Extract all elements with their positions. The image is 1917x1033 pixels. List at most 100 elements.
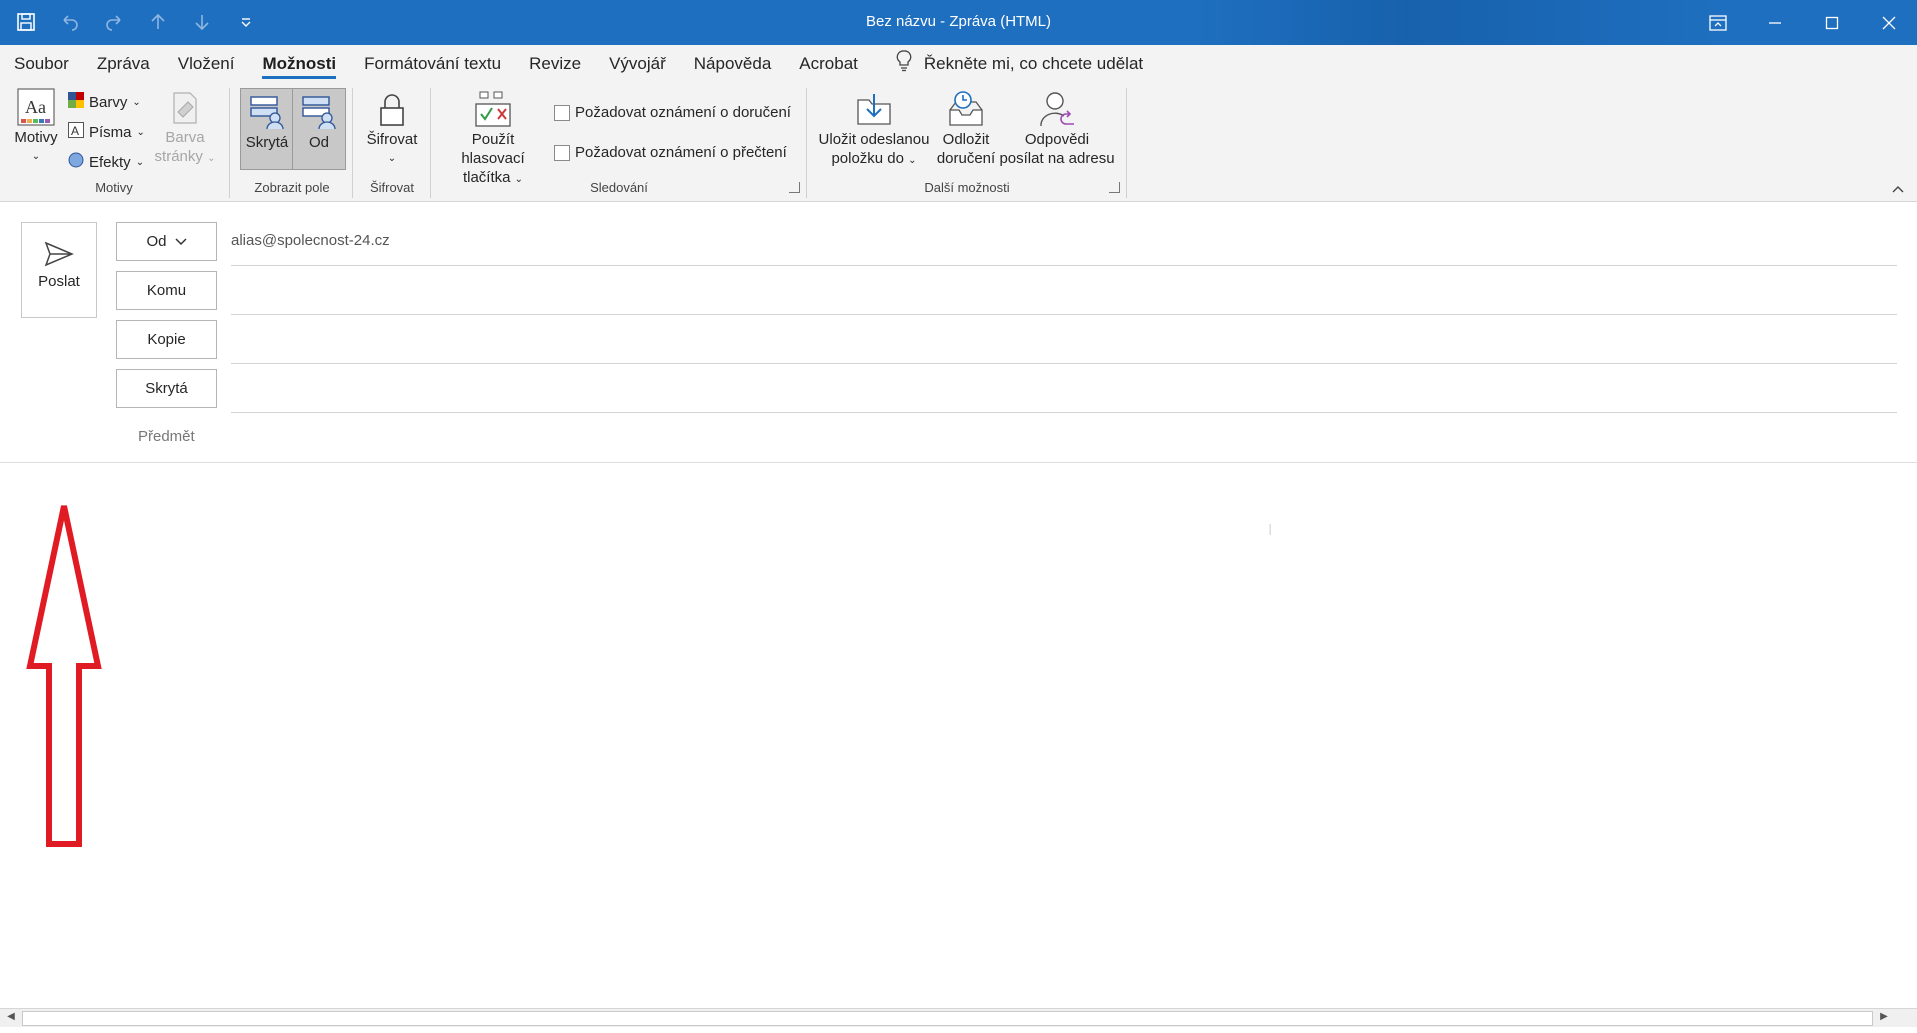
bcc-field-icon bbox=[249, 94, 285, 130]
ribbon-separator bbox=[430, 88, 431, 198]
window-title: Bez názvu - Zpráva (HTML) bbox=[865, 13, 1052, 30]
message-body[interactable] bbox=[0, 464, 1917, 1010]
chevron-down-icon: ⌄ bbox=[132, 96, 141, 108]
to-input[interactable] bbox=[231, 272, 1897, 312]
group-label-motivy: Motivy bbox=[95, 180, 133, 195]
hlasovaci-tlacitka-button[interactable]: Použít hlasovací tlačítka ⌄ bbox=[438, 90, 548, 189]
effects-icon bbox=[68, 152, 84, 172]
chevron-down-icon: ⌄ bbox=[908, 155, 917, 166]
pisma-button[interactable]: A Písma ⌄ bbox=[68, 122, 145, 142]
ribbon: Aa Motivy ⌄ Barvy ⌄ A Písma ⌄ Efekty ⌄ B… bbox=[0, 82, 1917, 202]
cc-button[interactable]: Kopie bbox=[116, 320, 217, 359]
ribbon-display-options-icon[interactable] bbox=[1689, 0, 1746, 45]
tab-acrobat[interactable]: Acrobat bbox=[799, 45, 858, 82]
tab-formatovani-textu[interactable]: Formátování textu bbox=[364, 45, 501, 82]
delay-delivery-icon bbox=[947, 90, 985, 128]
to-label: Komu bbox=[146, 282, 187, 299]
checkbox-icon bbox=[554, 144, 570, 161]
odpovedi-posilat-button[interactable]: Odpovědi posílat na adresu bbox=[998, 90, 1116, 168]
scroll-track[interactable] bbox=[22, 1011, 1873, 1026]
precteni-label: Požadovat oznámení o přečtení bbox=[575, 144, 787, 161]
barva-label-line1: Barva bbox=[165, 129, 205, 146]
dorucenka-label: Požadovat oznámení o doručení bbox=[575, 104, 791, 121]
maximize-icon[interactable] bbox=[1803, 0, 1860, 45]
field-divider bbox=[231, 314, 1897, 315]
bcc-input[interactable] bbox=[231, 370, 1897, 410]
bcc-button[interactable]: Skrytá bbox=[116, 369, 217, 408]
cc-input[interactable] bbox=[231, 321, 1897, 361]
od-label: Od bbox=[308, 134, 329, 151]
barvy-button[interactable]: Barvy ⌄ bbox=[68, 92, 141, 112]
collapse-ribbon-icon[interactable] bbox=[1891, 182, 1905, 197]
dorucenka-checkbox[interactable]: Požadovat oznámení o doručení bbox=[554, 104, 791, 121]
to-button[interactable]: Komu bbox=[116, 271, 217, 310]
od-toggle[interactable]: Od bbox=[292, 88, 346, 170]
scroll-left-icon[interactable]: ◀ bbox=[4, 1010, 18, 1024]
chevron-down-icon: ⌄ bbox=[387, 153, 397, 164]
sifrovat-label: Šifrovat bbox=[366, 131, 418, 148]
motivy-button[interactable]: Aa Motivy ⌄ bbox=[12, 88, 60, 166]
tab-vlozeni[interactable]: Vložení bbox=[178, 45, 235, 82]
scroll-right-icon[interactable]: ▶ bbox=[1877, 1010, 1891, 1024]
send-label: Poslat bbox=[38, 273, 80, 290]
cc-label: Kopie bbox=[147, 331, 186, 348]
subject-input[interactable] bbox=[231, 418, 1897, 458]
title-bar: Bez názvu - Zpráva (HTML) bbox=[0, 0, 1917, 45]
group-zobrazit-pole: Skrytá Od Zobrazit pole bbox=[232, 82, 352, 201]
horizontal-scrollbar[interactable]: ◀ ▶ bbox=[0, 1008, 1917, 1027]
ulozit-odeslanou-button[interactable]: Uložit odeslanou položku do ⌄ bbox=[816, 90, 932, 170]
tab-napoveda[interactable]: Nápověda bbox=[694, 45, 772, 82]
group-sledovani: Použít hlasovací tlačítka ⌄ Požadovat oz… bbox=[432, 82, 806, 201]
save-sent-item-icon bbox=[855, 90, 893, 128]
tab-soubor[interactable]: Soubor bbox=[14, 45, 69, 82]
from-address: alias@spolecnost-24.cz bbox=[231, 232, 390, 249]
minimize-icon[interactable] bbox=[1746, 0, 1803, 45]
odlozit-label-line1: Odložit bbox=[942, 131, 990, 148]
pisma-label: Písma bbox=[89, 123, 132, 141]
subject-label: Předmět bbox=[138, 428, 195, 445]
odlozit-doruceni-button[interactable]: Odložit doručení bbox=[934, 90, 998, 168]
barva-label-line2: stránky ⌄ bbox=[154, 148, 216, 165]
body-divider bbox=[0, 462, 1917, 463]
page-color-icon bbox=[168, 90, 202, 126]
hlasovaci-label-line1: Použít hlasovací bbox=[461, 131, 525, 167]
bcc-label: Skrytá bbox=[145, 380, 188, 397]
efekty-label: Efekty bbox=[89, 153, 131, 171]
ulozit-label-line1: Uložit odeslanou bbox=[818, 131, 930, 148]
lock-icon bbox=[377, 92, 407, 128]
tab-zprava[interactable]: Zpráva bbox=[97, 45, 150, 82]
field-divider bbox=[231, 363, 1897, 364]
dialog-launcher-icon[interactable] bbox=[1109, 182, 1120, 193]
dialog-launcher-icon[interactable] bbox=[789, 182, 800, 193]
precteni-checkbox[interactable]: Požadovat oznámení o přečtení bbox=[554, 144, 787, 161]
colors-icon bbox=[68, 92, 84, 112]
group-label-sledovani: Sledování bbox=[590, 180, 648, 195]
group-sifrovat: Šifrovat ⌄ Šifrovat bbox=[354, 82, 430, 201]
ribbon-tabs: Soubor Zpráva Vložení Možnosti Formátová… bbox=[0, 45, 1917, 82]
close-icon[interactable] bbox=[1860, 0, 1917, 45]
chevron-down-icon: ⌄ bbox=[136, 126, 145, 138]
direct-replies-icon bbox=[1038, 90, 1076, 128]
from-button[interactable]: Od bbox=[116, 222, 217, 261]
tab-moznosti[interactable]: Možnosti bbox=[262, 45, 336, 82]
group-dalsi-moznosti: Uložit odeslanou položku do ⌄ Odložit do… bbox=[808, 82, 1126, 201]
tab-vyvojar[interactable]: Vývojář bbox=[609, 45, 666, 82]
tab-revize[interactable]: Revize bbox=[529, 45, 581, 82]
odlozit-label-line2: doručení bbox=[936, 150, 996, 167]
voting-buttons-icon bbox=[474, 90, 512, 128]
ribbon-separator bbox=[229, 88, 230, 198]
annotation-arrow bbox=[26, 502, 102, 857]
group-label-dalsi-moznosti: Další možnosti bbox=[924, 180, 1010, 195]
tell-me-text: Řekněte mi, co chcete udělat bbox=[923, 53, 1144, 73]
ribbon-separator bbox=[806, 88, 807, 198]
skryta-toggle[interactable]: Skrytá bbox=[240, 88, 294, 170]
window-controls bbox=[1689, 0, 1917, 45]
barva-stranky-button[interactable]: Barva stránky ⌄ bbox=[152, 90, 218, 168]
tell-me-search[interactable]: Řekněte mi, co chcete udělat bbox=[896, 50, 1143, 77]
sifrovat-button[interactable]: Šifrovat ⌄ bbox=[360, 92, 424, 168]
chevron-down-icon bbox=[174, 233, 187, 250]
text-cursor-icon: I bbox=[1268, 522, 1273, 539]
send-button[interactable]: Poslat bbox=[21, 222, 97, 318]
efekty-button[interactable]: Efekty ⌄ bbox=[68, 152, 144, 172]
checkbox-icon bbox=[554, 104, 570, 121]
